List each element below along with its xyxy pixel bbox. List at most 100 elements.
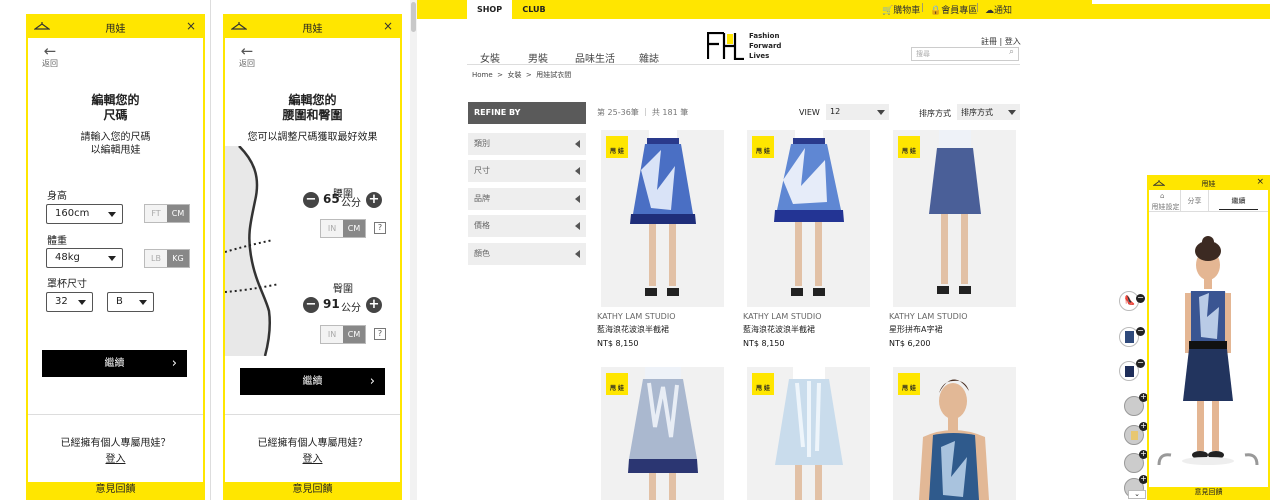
nav-magazine[interactable]: 雜誌 — [639, 50, 659, 65]
top-icon — [1131, 431, 1138, 440]
product-image[interactable]: 甩 娃 — [747, 130, 870, 307]
rotate-left-icon[interactable] — [1155, 455, 1171, 471]
product-price: NT$ 8,150 — [597, 339, 639, 348]
breadcrumb-current: 甩娃試衣間 — [536, 71, 572, 79]
unit-kg[interactable]: KG — [167, 250, 189, 267]
remove-icon[interactable]: − — [1136, 359, 1145, 368]
search-input[interactable]: 搜尋 ⌕ — [911, 47, 1019, 61]
waist-hip-editor-panel: 甩娃 × ← 返回 編輯您的 腰圍和臀圍 您可以調整尺碼獲取最好效果 腰圍 − … — [223, 14, 402, 500]
close-icon[interactable]: × — [1256, 177, 1264, 187]
height-unit-toggle[interactable]: FT CM — [144, 204, 190, 223]
back-button[interactable]: ← 返回 — [235, 44, 259, 69]
facet-category[interactable]: 類別 — [468, 133, 586, 155]
tryon-badge[interactable]: 甩 娃 — [898, 136, 920, 158]
notify-link[interactable]: ☁通知 — [985, 3, 1012, 16]
cart-link[interactable]: 🛒購物車 — [882, 3, 920, 16]
tryon-badge[interactable]: 甩 娃 — [752, 136, 774, 158]
chevron-down-icon[interactable]: ⌄ — [1128, 490, 1146, 499]
facet-brand[interactable]: 品牌 — [468, 188, 586, 210]
weight-select[interactable]: 48kg — [46, 248, 123, 268]
search-icon[interactable]: ⌕ — [1009, 47, 1014, 57]
panel-title: 甩娃 — [105, 23, 126, 35]
tryon-badge[interactable]: 甩 娃 — [606, 136, 628, 158]
waist-value: 65 — [323, 192, 340, 206]
tryon-badge[interactable]: 甩 娃 — [752, 373, 774, 395]
product-image[interactable]: 甩 娃 — [893, 130, 1016, 307]
feedback-button[interactable]: 意見回饋 — [1149, 487, 1268, 498]
plus-button[interactable]: + — [366, 297, 382, 313]
hip-label: 臀圍 — [333, 284, 353, 295]
ffl-logo-icon[interactable] — [707, 32, 745, 60]
continue-button[interactable]: 繼續 › — [42, 350, 187, 377]
help-icon[interactable]: ? — [374, 328, 386, 340]
waist-unit: 公分 — [341, 198, 361, 209]
unit-cm[interactable]: CM — [167, 205, 189, 222]
tab-share[interactable]: 分享 — [1181, 190, 1209, 212]
band-select[interactable]: 32 — [46, 292, 93, 312]
product-name[interactable]: 星形拼布A字裙 — [889, 324, 942, 335]
close-icon[interactable]: × — [383, 19, 393, 33]
cup-select[interactable]: B — [107, 292, 154, 312]
hip-unit-toggle[interactable]: IN CM — [320, 325, 366, 344]
tryon-tabs: ⌂ 甩娃設定 分享 繼續 — [1149, 190, 1268, 212]
tab-doll-settings[interactable]: ⌂ 甩娃設定 — [1151, 190, 1181, 212]
page-title-line2: 腰圍和臀圍 — [282, 108, 343, 122]
facet-color[interactable]: 顏色 — [468, 243, 586, 265]
page-title-line1: 編輯您的 — [288, 93, 337, 107]
product-price: NT$ 6,200 — [889, 339, 931, 348]
product-image[interactable]: 甩 娃 — [601, 130, 724, 307]
help-icon[interactable]: ? — [374, 222, 386, 234]
unit-lb[interactable]: LB — [145, 250, 167, 267]
feedback-button[interactable]: 意見回饋 — [225, 482, 400, 498]
login-link[interactable]: 登入 — [28, 453, 203, 466]
waist-unit-toggle[interactable]: IN CM — [320, 219, 366, 238]
hanger-icon — [1153, 180, 1165, 186]
unit-in[interactable]: IN — [321, 326, 343, 343]
tab-club[interactable]: CLUB — [513, 0, 555, 19]
nav-men[interactable]: 男裝 — [528, 50, 548, 65]
facet-size[interactable]: 尺寸 — [468, 160, 586, 182]
remove-icon[interactable]: − — [1136, 327, 1145, 336]
product-image[interactable]: 甩 娃 — [601, 367, 724, 500]
unit-cm[interactable]: CM — [343, 326, 365, 343]
tab-continue[interactable]: 繼續 — [1209, 190, 1268, 212]
unit-in[interactable]: IN — [321, 220, 343, 237]
facet-price[interactable]: 價格 — [468, 215, 586, 237]
product-name[interactable]: 藍海浪花波浪半截裙 — [597, 324, 669, 335]
chevron-down-icon — [1008, 110, 1016, 115]
member-link[interactable]: 🔒會員專區 — [930, 3, 977, 16]
tab-shop[interactable]: SHOP — [467, 0, 512, 19]
chevron-down-icon — [78, 300, 86, 305]
login-link[interactable]: 登入 — [225, 453, 400, 466]
unit-ft[interactable]: FT — [145, 205, 167, 222]
tryon-badge[interactable]: 甩 娃 — [898, 373, 920, 395]
product-image[interactable]: 甩 娃 — [747, 367, 870, 500]
tryon-badge[interactable]: 甩 娃 — [606, 373, 628, 395]
product-name[interactable]: 藍海浪花波浪半截裙 — [743, 324, 815, 335]
scrollbar[interactable] — [410, 0, 417, 500]
breadcrumb-home[interactable]: Home — [472, 71, 493, 79]
sort-select[interactable]: 排序方式 — [957, 104, 1020, 120]
divider — [467, 64, 1020, 65]
product-image[interactable]: 甩 娃 — [893, 367, 1016, 500]
plus-button[interactable]: + — [366, 192, 382, 208]
caret-left-icon — [575, 195, 580, 203]
unit-cm[interactable]: CM — [343, 220, 365, 237]
nav-women[interactable]: 女裝 — [480, 50, 500, 65]
height-select[interactable]: 160cm — [46, 204, 123, 224]
chevron-down-icon — [877, 110, 885, 115]
continue-button[interactable]: 繼續 › — [240, 368, 385, 395]
minus-button[interactable]: − — [303, 192, 319, 208]
weight-unit-toggle[interactable]: LB KG — [144, 249, 190, 268]
minus-button[interactable]: − — [303, 297, 319, 313]
register-login-link[interactable]: 註冊 | 登入 — [981, 36, 1021, 47]
feedback-button[interactable]: 意見回饋 — [28, 482, 203, 498]
view-select[interactable]: 12 — [826, 104, 889, 120]
back-button[interactable]: ← 返回 — [38, 44, 62, 69]
breadcrumb-women[interactable]: 女裝 — [507, 71, 521, 79]
nav-lifestyle[interactable]: 品味生活 — [575, 50, 615, 65]
rotate-right-icon[interactable] — [1246, 455, 1262, 471]
scrollbar-thumb[interactable] — [411, 2, 416, 32]
remove-icon[interactable]: − — [1136, 294, 1145, 303]
close-icon[interactable]: × — [186, 19, 196, 33]
